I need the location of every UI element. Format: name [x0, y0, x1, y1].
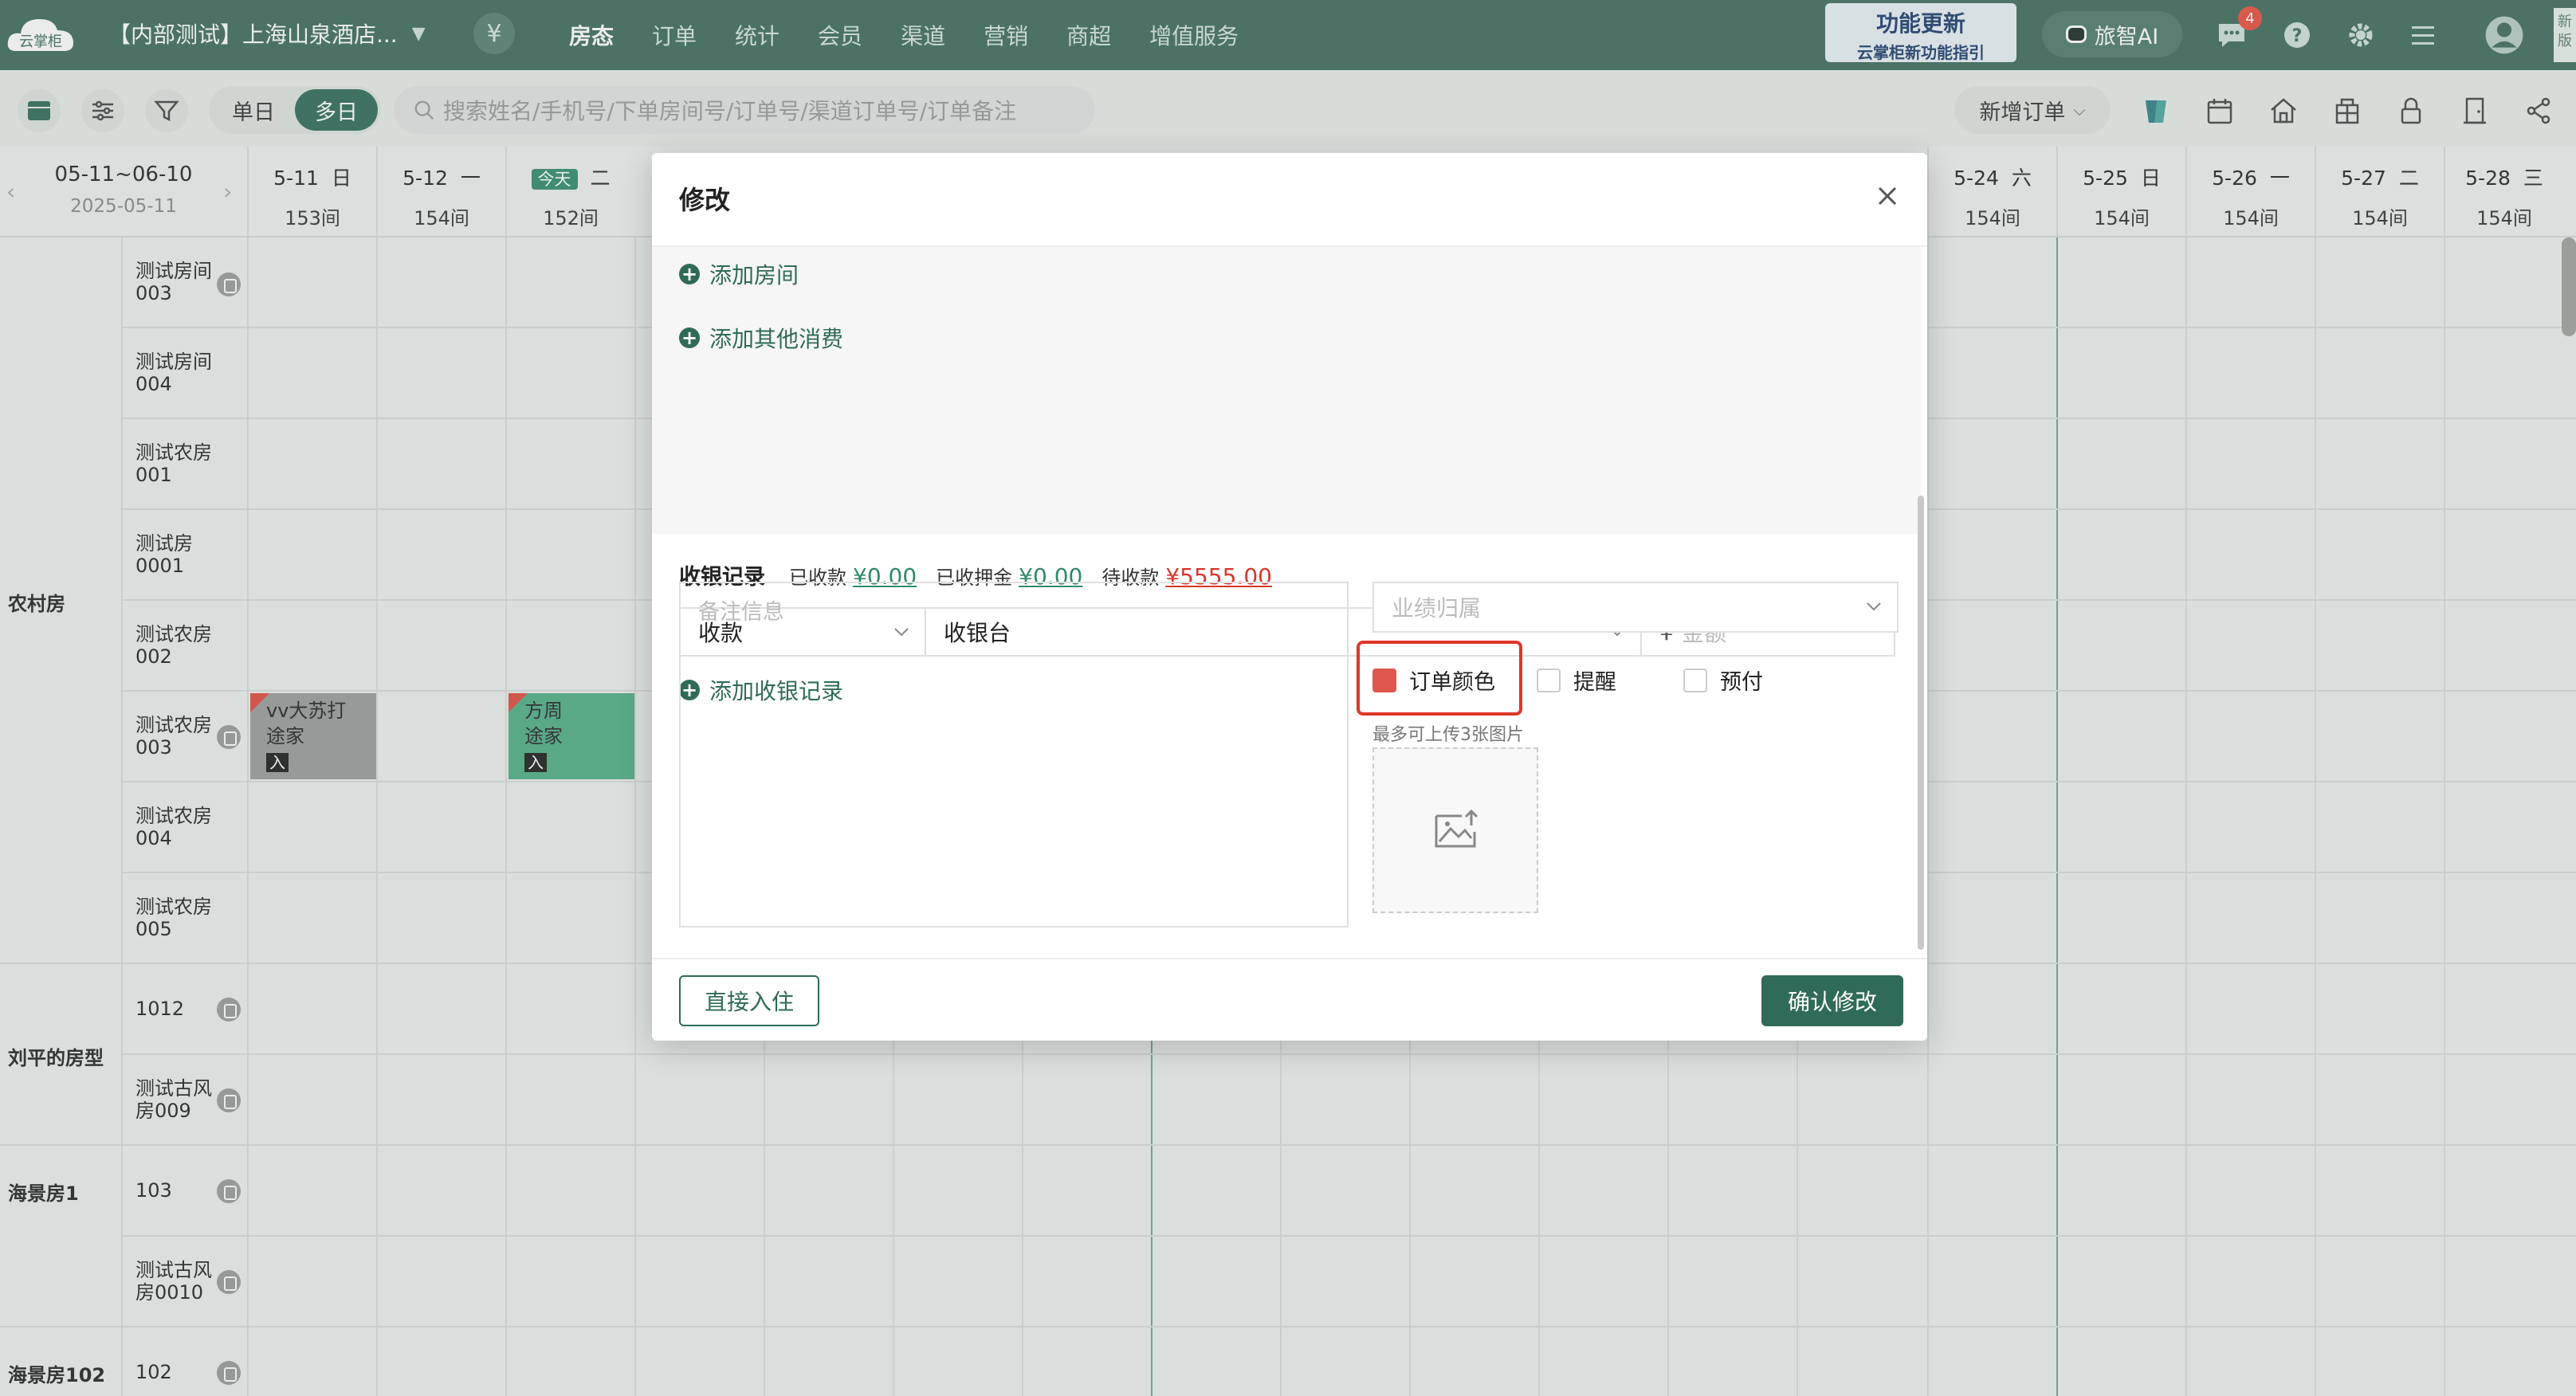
close-icon[interactable] — [1871, 180, 1903, 212]
remark-placeholder: 备注信息 — [698, 600, 784, 625]
image-upload-area[interactable] — [1372, 747, 1538, 913]
checkbox-box — [1683, 668, 1707, 692]
performance-owner-select[interactable]: 业绩归属 — [1372, 582, 1899, 633]
direct-checkin-button[interactable]: 直接入住 — [679, 975, 819, 1026]
checkbox-box — [1537, 668, 1561, 692]
modal-scrollbar[interactable] — [1918, 496, 1924, 950]
add-room-link[interactable]: + 添加房间 — [679, 258, 799, 290]
image-upload-icon — [1435, 809, 1478, 848]
upload-hint: 最多可上传3张图片 — [1372, 725, 1524, 745]
plus-icon: + — [679, 264, 700, 284]
confirm-edit-button[interactable]: 确认修改 — [1761, 975, 1903, 1026]
modal-title: 修改 — [679, 185, 731, 215]
add-other-consumption-link[interactable]: + 添加其他消费 — [679, 322, 843, 354]
remind-checkbox[interactable]: 提醒 — [1537, 665, 1616, 696]
order-color-picker[interactable]: 订单颜色 — [1372, 665, 1495, 696]
edit-order-modal: 修改 + 添加房间 + 添加其他消费 收银记录 已收款 ¥0.00 已收押金 ¥… — [652, 153, 1927, 1041]
color-swatch — [1372, 668, 1396, 692]
room-section — [652, 247, 1921, 534]
prepay-checkbox[interactable]: 预付 — [1683, 665, 1763, 696]
plus-icon: + — [679, 327, 700, 348]
remark-textarea[interactable]: 备注信息 — [679, 582, 1349, 927]
chevron-down-icon — [1867, 602, 1881, 611]
